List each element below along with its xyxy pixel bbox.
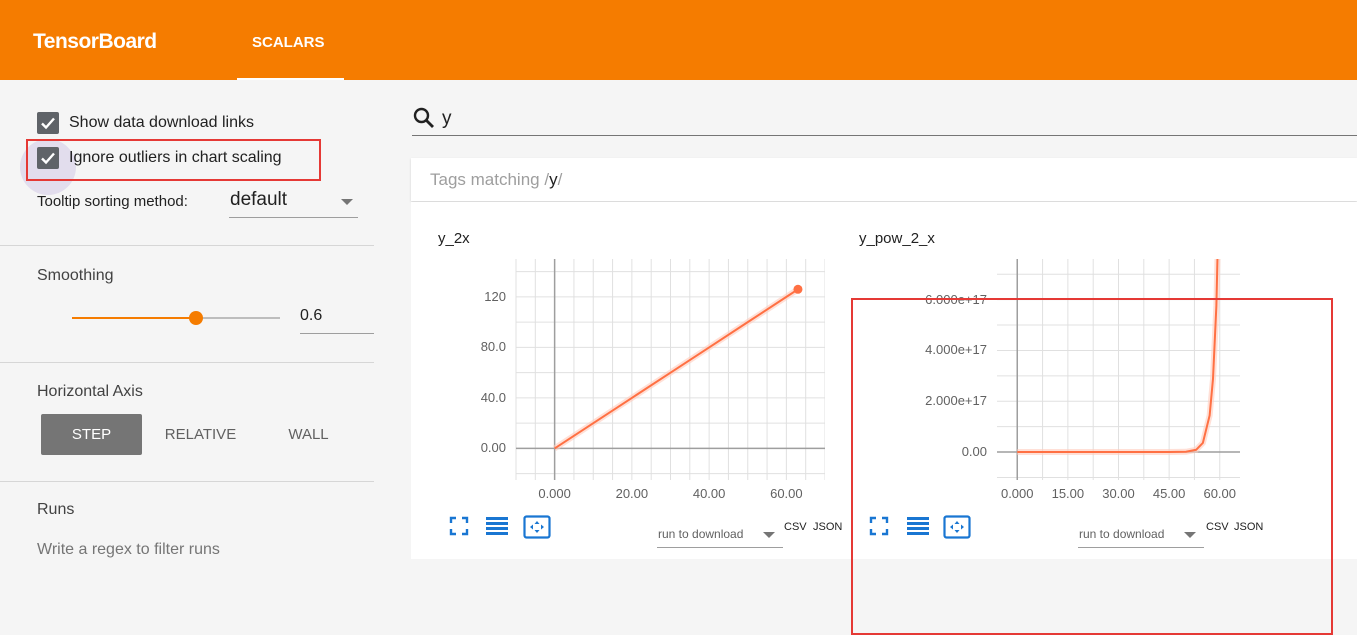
- main-panel: y Tags matching /y/ y_2x 120 80.0 40.0 0.00…: [374, 80, 1357, 635]
- x-tick-label: 60.00: [770, 486, 803, 501]
- y-tick-label: 120: [484, 288, 506, 304]
- download-json-link[interactable]: JSON: [813, 521, 842, 533]
- x-tick-label: 0.000: [538, 486, 571, 501]
- chart-card-y-2x: y_2x 120 80.0 40.0 0.00 0.000 20.00 40.00 60.0…: [411, 202, 842, 548]
- smoothing-input[interactable]: 0.6: [300, 302, 374, 334]
- tab-label: SCALARS: [252, 34, 325, 51]
- tooltip-sorting-dropdown[interactable]: default: [229, 186, 358, 218]
- y-tick-label: 80.0: [480, 339, 506, 355]
- y-tick-label: 40.0: [480, 389, 506, 405]
- fit-domain-icon[interactable]: [523, 515, 551, 539]
- smoothing-value: 0.6: [300, 307, 323, 324]
- caret-down-icon: [341, 199, 353, 205]
- series-line: [554, 288, 799, 450]
- app-title: TensorBoard: [33, 30, 157, 53]
- axis-step-button[interactable]: STEP: [41, 414, 142, 455]
- dropdown-value: default: [230, 189, 288, 210]
- highlight-box: [851, 298, 1333, 635]
- smoothing-slider-rest[interactable]: [196, 317, 280, 319]
- runs-filter-input[interactable]: Write a regex to filter runs: [37, 541, 220, 559]
- top-bar: TensorBoard SCALARS: [0, 0, 1357, 80]
- search-value: y: [442, 108, 452, 129]
- caret-down-icon: [763, 532, 775, 538]
- toggle-log-scale-icon[interactable]: [485, 515, 509, 537]
- divider: [0, 245, 374, 246]
- checkbox-checked-icon: [37, 112, 59, 134]
- fullscreen-icon[interactable]: [448, 515, 470, 537]
- axis-wall-button[interactable]: WALL: [258, 414, 359, 455]
- smoothing-title: Smoothing: [37, 267, 114, 284]
- x-tick-label: 40.00: [692, 486, 726, 501]
- x-tick-label: 20.00: [615, 486, 649, 501]
- tags-matching-label: Tags matching /y/: [430, 170, 563, 189]
- search-icon: [413, 107, 434, 128]
- checkbox-label: Show data download links: [69, 114, 255, 131]
- show-download-links-checkbox[interactable]: Show data download links: [37, 111, 254, 135]
- tooltip-sorting-label: Tooltip sorting method:: [37, 193, 188, 210]
- highlight-box: [26, 139, 321, 181]
- y-tick-label: 0.00: [480, 440, 506, 456]
- axis-relative-button[interactable]: RELATIVE: [150, 414, 251, 455]
- series-end-point: [793, 284, 803, 294]
- divider: [0, 481, 374, 482]
- sidebar: Show data download links Ignore outliers…: [0, 80, 374, 559]
- run-to-download-dropdown[interactable]: run to download: [657, 522, 783, 548]
- charts-area: y_2x 120 80.0 40.0 0.00 0.000 20.00 40.00 60.0…: [411, 202, 1357, 635]
- tab-scalars[interactable]: SCALARS: [237, 0, 344, 80]
- smoothing-slider-thumb[interactable]: [189, 311, 203, 325]
- tag-search-input[interactable]: y: [412, 102, 1357, 136]
- dropdown-label: run to download: [658, 527, 744, 541]
- download-csv-link[interactable]: CSV: [784, 521, 807, 533]
- runs-title: Runs: [37, 501, 75, 518]
- smoothing-slider-track[interactable]: [72, 317, 196, 319]
- horizontal-axis-title: Horizontal Axis: [37, 383, 143, 400]
- tags-header[interactable]: Tags matching /y/: [411, 158, 1357, 201]
- divider: [0, 362, 374, 363]
